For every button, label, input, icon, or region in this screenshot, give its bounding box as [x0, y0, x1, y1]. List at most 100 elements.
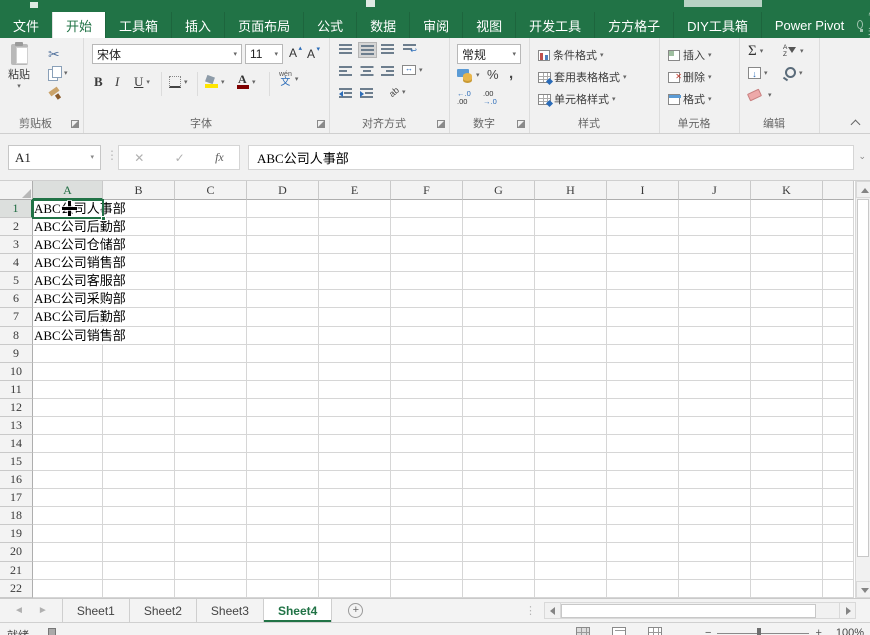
ribbon-tab-DIY工具箱[interactable]: DIY工具箱 — [673, 12, 761, 38]
cell-K20[interactable] — [751, 543, 823, 562]
name-box-dropdown[interactable]: ▾ — [90, 154, 94, 161]
row-header-20[interactable]: 20 — [0, 543, 33, 562]
sheet-prev-button[interactable]: ◄ — [14, 605, 24, 616]
horizontal-scroll-thumb[interactable] — [561, 604, 816, 618]
cell-E4[interactable] — [319, 254, 391, 273]
cell-G4[interactable] — [463, 254, 535, 273]
cell-F5[interactable] — [391, 272, 463, 291]
name-box[interactable]: A1 ▾ — [8, 145, 101, 170]
cell-D22[interactable] — [247, 579, 319, 598]
cell-G12[interactable] — [463, 398, 535, 417]
cell-K1[interactable] — [751, 200, 823, 219]
cell-E19[interactable] — [319, 525, 391, 544]
insert-cells-button[interactable]: 插入 ▾ — [668, 47, 712, 63]
cell-H12[interactable] — [535, 398, 607, 417]
cell-F17[interactable] — [391, 489, 463, 508]
cell-partial-19[interactable] — [823, 525, 854, 544]
cell-C15[interactable] — [175, 453, 247, 472]
font-name-combo[interactable]: 宋体 ▾ — [92, 44, 242, 64]
ribbon-tab-审阅[interactable]: 审阅 — [409, 12, 462, 38]
cell-H19[interactable] — [535, 525, 607, 544]
cell-F14[interactable] — [391, 435, 463, 454]
cell-A11[interactable] — [33, 380, 103, 399]
row-header-7[interactable]: 7 — [0, 308, 33, 327]
cell-D14[interactable] — [247, 435, 319, 454]
wrap-text-button[interactable] — [403, 44, 417, 55]
cell-G14[interactable] — [463, 435, 535, 454]
cell-E10[interactable] — [319, 362, 391, 381]
cell-D8[interactable] — [247, 326, 319, 345]
cell-A17[interactable] — [33, 489, 103, 508]
cell-partial-17[interactable] — [823, 489, 854, 508]
cell-K22[interactable] — [751, 579, 823, 598]
cell-C6[interactable] — [175, 290, 247, 309]
cell-J2[interactable] — [679, 218, 751, 237]
cell-D20[interactable] — [247, 543, 319, 562]
formula-input[interactable]: ABC公司人事部 — [248, 145, 854, 170]
cell-F19[interactable] — [391, 525, 463, 544]
column-header-J[interactable]: J — [679, 181, 751, 200]
cell-G17[interactable] — [463, 489, 535, 508]
cell-I22[interactable] — [607, 579, 679, 598]
tell-me-button[interactable]: 告诉我... — [857, 7, 870, 41]
cell-D11[interactable] — [247, 380, 319, 399]
cell-I15[interactable] — [607, 453, 679, 472]
cell-A20[interactable] — [33, 543, 103, 562]
cell-J14[interactable] — [679, 435, 751, 454]
cell-B14[interactable] — [103, 435, 175, 454]
cell-B22[interactable] — [103, 579, 175, 598]
cell-K15[interactable] — [751, 453, 823, 472]
cell-D21[interactable] — [247, 561, 319, 580]
row-header-16[interactable]: 16 — [0, 471, 33, 490]
scroll-right-button[interactable] — [839, 602, 856, 619]
align-left-button[interactable] — [339, 66, 352, 76]
column-header-G[interactable]: G — [463, 181, 535, 200]
cell-A22[interactable] — [33, 579, 103, 598]
ribbon-tab-开发工具[interactable]: 开发工具 — [515, 12, 594, 38]
column-header-partial[interactable] — [823, 181, 854, 200]
cell-C7[interactable] — [175, 308, 247, 327]
cell-D17[interactable] — [247, 489, 319, 508]
cell-A16[interactable] — [33, 471, 103, 490]
cell-I5[interactable] — [607, 272, 679, 291]
cell-partial-9[interactable] — [823, 344, 854, 363]
cell-I3[interactable] — [607, 236, 679, 255]
cell-partial-4[interactable] — [823, 254, 854, 273]
accounting-format-button[interactable]: ▾ — [457, 69, 480, 81]
alignment-dialog-launcher[interactable] — [437, 120, 445, 128]
cell-I14[interactable] — [607, 435, 679, 454]
select-all-corner[interactable] — [0, 181, 33, 200]
normal-view-button[interactable] — [576, 627, 590, 635]
zoom-in-button[interactable]: + — [815, 627, 821, 635]
cell-F1[interactable] — [391, 200, 463, 219]
column-header-F[interactable]: F — [391, 181, 463, 200]
cell-partial-7[interactable] — [823, 308, 854, 327]
cell-E21[interactable] — [319, 561, 391, 580]
copy-button[interactable]: ▾ — [48, 66, 68, 81]
cell-F9[interactable] — [391, 344, 463, 363]
cell-H18[interactable] — [535, 507, 607, 526]
italic-button[interactable]: I — [115, 74, 119, 90]
cell-D19[interactable] — [247, 525, 319, 544]
column-header-B[interactable]: B — [103, 181, 175, 200]
cell-F13[interactable] — [391, 416, 463, 436]
row-header-14[interactable]: 14 — [0, 435, 33, 454]
cell-B17[interactable] — [103, 489, 175, 508]
cell-F20[interactable] — [391, 543, 463, 562]
row-header-10[interactable]: 10 — [0, 362, 33, 381]
column-header-E[interactable]: E — [319, 181, 391, 200]
cell-E9[interactable] — [319, 344, 391, 363]
row-header-21[interactable]: 21 — [0, 561, 33, 580]
format-cells-button[interactable]: 格式 ▾ — [668, 91, 712, 107]
cell-I11[interactable] — [607, 380, 679, 399]
cell-K11[interactable] — [751, 380, 823, 399]
column-header-C[interactable]: C — [175, 181, 247, 200]
row-header-2[interactable]: 2 — [0, 218, 33, 237]
cell-E16[interactable] — [319, 471, 391, 490]
page-layout-view-button[interactable] — [612, 627, 626, 635]
column-header-H[interactable]: H — [535, 181, 607, 200]
cell-E22[interactable] — [319, 579, 391, 598]
cell-F11[interactable] — [391, 380, 463, 399]
cell-G19[interactable] — [463, 525, 535, 544]
cell-H13[interactable] — [535, 416, 607, 436]
